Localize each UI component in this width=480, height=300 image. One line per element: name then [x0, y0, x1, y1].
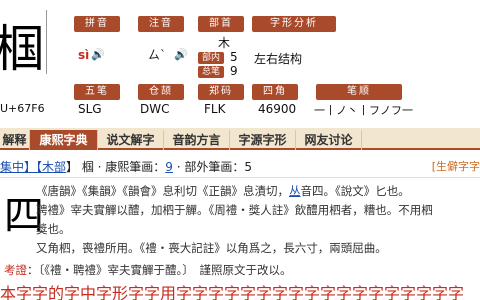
zhuyin-value: ㄙˋ	[148, 48, 167, 62]
cangjie-value: DWC	[140, 102, 170, 116]
pinyin-label: 拼音	[74, 16, 120, 32]
main-character: 椢	[0, 20, 44, 78]
bihua-value: 9	[230, 64, 238, 78]
zhengma-label: 郑码	[198, 84, 244, 100]
zhengma-value: FLK	[204, 102, 226, 116]
kangxi-line: 聘禮》宰夫實觶以醴，加柶于觶。《周禮・獎人註》飲醴用柶者，糟也。不用柶	[36, 203, 433, 217]
bunei-label: 部内	[198, 52, 224, 64]
tab-yinyun[interactable]: 音韵方言	[164, 130, 230, 150]
sijiao-label: 四角	[252, 84, 298, 100]
wubi-value: SLG	[78, 102, 102, 116]
zhuyin-label: 注音	[138, 16, 184, 32]
speaker-icon[interactable]: 🔊	[174, 48, 188, 61]
bishun-label: 笔顺	[316, 84, 402, 100]
kangxi-line: 《唐韻》《集韻》《韻會》息利切《正韻》息漬切，丛音四。《說文》匕也。	[36, 184, 410, 198]
bunei-value: 5	[230, 50, 238, 64]
bushou-value[interactable]: 木	[218, 34, 230, 51]
tab-ziyuan[interactable]: 字源字形	[230, 130, 296, 150]
bishun-value: 一丨ノ丶丨フノフ一	[314, 104, 413, 117]
entry-char-info: 】 椢 · 康熙筆画：	[66, 160, 166, 174]
collection-link[interactable]: 集中】【	[0, 160, 42, 174]
tab-discussion[interactable]: 网友讨论	[296, 130, 362, 150]
kangxi-line: 又角柶，喪禮所用。《禮・喪大記註》以角爲之，長六寸，兩頭屈曲。	[36, 241, 387, 255]
tab-shuowen[interactable]: 说文解字	[98, 130, 164, 150]
pinyin-value: sì	[78, 48, 90, 62]
kangxi-stroke-link[interactable]: 9	[165, 160, 173, 174]
tab-kangxi[interactable]: 康熙字典	[30, 130, 98, 150]
kangxi-note: 考證：〔《禮・聘禮》宰夫實觶于醴。〕 謹照原文于改以。	[4, 263, 292, 277]
bushou-label: 部首	[198, 16, 244, 32]
radical-link[interactable]: 木部	[42, 160, 66, 174]
wubi-label: 五笔	[74, 84, 120, 100]
bihua-label: 总笔画	[198, 66, 224, 89]
outside-stroke-info: · 部外筆画：5	[172, 160, 253, 174]
character-divider	[46, 10, 47, 74]
bottom-heading: 本字字的字中字形字字用字字字字字字字字字字字字字字字字字字	[0, 284, 465, 300]
unicode-code: U+67F6	[0, 102, 45, 115]
rare-char-link[interactable]: [生僻字字	[432, 156, 480, 178]
tab-explanation[interactable]: 解释	[0, 130, 30, 150]
sijiao-value: 46900	[258, 102, 297, 116]
tab-bar: 解释 康熙字典 说文解字 音韵方言 字源字形 网友讨论	[0, 128, 480, 150]
analysis-label: 字形分析	[252, 16, 336, 32]
cangjie-label: 仓颉	[138, 84, 184, 100]
kangxi-entry-header: 集中】【木部】 椢 · 康熙筆画：9 · 部外筆画：5 [生僻字字	[0, 156, 480, 178]
analysis-value: 左右结构	[254, 52, 303, 66]
speaker-icon[interactable]: 🔊	[91, 48, 105, 61]
kangxi-line: 獎也。	[36, 222, 71, 236]
